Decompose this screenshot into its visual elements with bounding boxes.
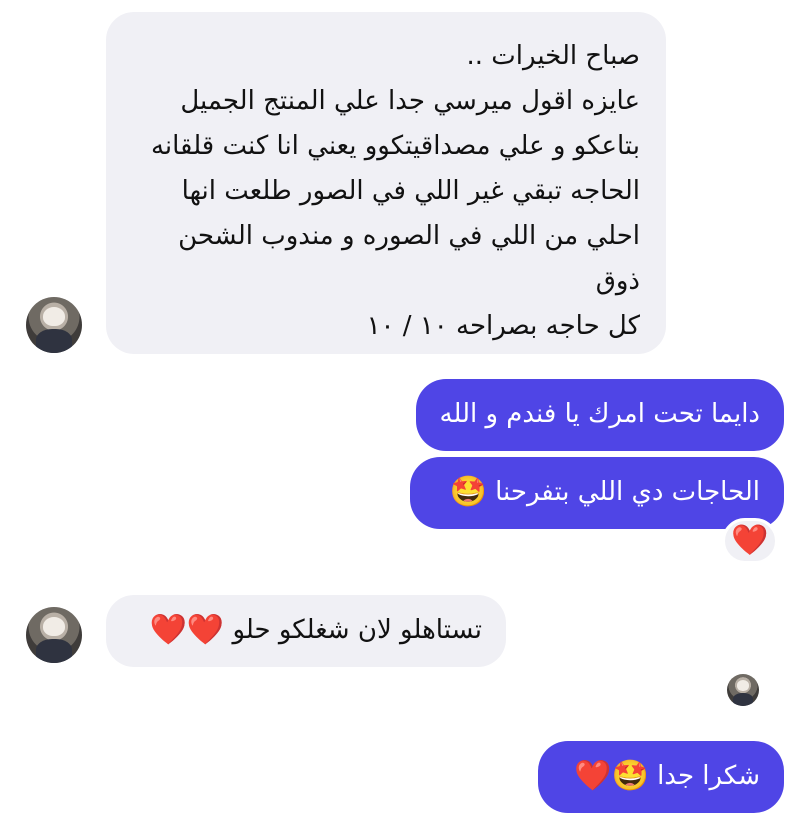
message-line: ذوق — [595, 266, 640, 296]
hearts-emoji-icon: ❤️❤️ — [149, 612, 225, 648]
message-content: تستاهلو لان شغلكو حلو ❤️❤️ — [126, 608, 483, 653]
message-line: بتاعكو و علي مصداقيتكوو يعني انا كنت قلق… — [150, 131, 640, 161]
contact-avatar-2[interactable] — [26, 607, 82, 663]
outgoing-message-bubble[interactable]: الحاجات دي اللي بتفرحنا 🤩 — [410, 457, 784, 529]
outgoing-message-bubble[interactable]: شكرا جدا 🤩❤️ — [538, 741, 784, 813]
message-content: الحاجات دي اللي بتفرحنا 🤩 — [430, 470, 760, 515]
message-line: كل حاجه بصراحه ١٠ / ١٠ — [366, 311, 640, 341]
incoming-message-bubble[interactable]: صباح الخيرات .. عايزه اقول ميرسي جدا علي… — [106, 12, 666, 354]
message-line: احلي من اللي في الصوره و مندوب الشحن — [178, 221, 640, 251]
message-text: شكرا جدا — [657, 761, 760, 791]
message-content: شكرا جدا 🤩❤️ — [554, 754, 760, 799]
contact-avatar-1[interactable] — [26, 297, 82, 353]
incoming-message-bubble[interactable]: تستاهلو لان شغلكو حلو ❤️❤️ — [106, 595, 506, 667]
message-line: الحاجه تبقي غير اللي في الصور طلعت انها — [181, 176, 640, 206]
message-line: صباح الخيرات .. — [466, 41, 640, 71]
outgoing-message-bubble[interactable]: دايما تحت امرك يا فندم و الله — [416, 379, 784, 451]
message-text: دايما تحت امرك يا فندم و الله — [439, 399, 760, 429]
message-line: عايزه اقول ميرسي جدا علي المنتج الجميل — [180, 86, 640, 116]
star-struck-emoji-icon: 🤩 — [449, 474, 487, 510]
message-text: الحاجات دي اللي بتفرحنا — [495, 477, 760, 507]
star-struck-heart-emoji-icon: 🤩❤️ — [574, 758, 649, 794]
heart-icon: ❤️ — [731, 523, 769, 558]
read-receipt-avatar — [727, 674, 759, 706]
message-text: تستاهلو لان شغلكو حلو — [232, 615, 482, 645]
heart-reaction-badge[interactable]: ❤️ — [722, 518, 778, 564]
